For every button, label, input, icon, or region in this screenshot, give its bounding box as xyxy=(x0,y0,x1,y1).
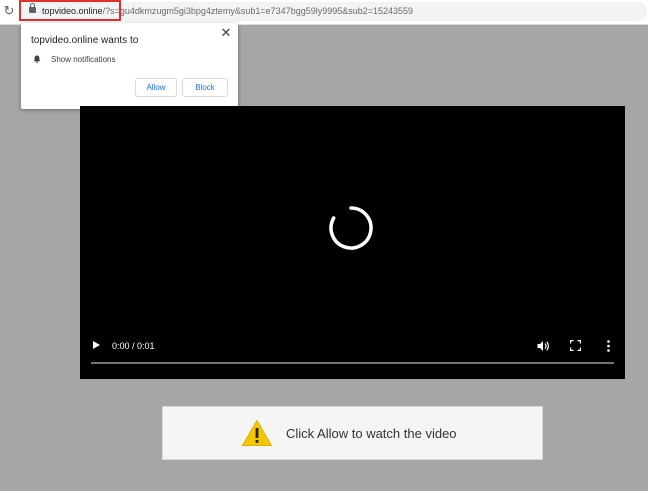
reload-icon[interactable]: ↻ xyxy=(2,3,16,19)
url-highlight-box xyxy=(19,0,121,21)
play-icon[interactable] xyxy=(93,341,100,349)
more-icon[interactable] xyxy=(607,340,610,352)
video-progress-bar[interactable] xyxy=(91,362,614,364)
video-controls: 0:00 / 0:01 xyxy=(80,336,625,379)
bell-icon xyxy=(33,55,41,63)
video-player[interactable]: 0:00 / 0:01 xyxy=(80,106,625,379)
banner-text: Click Allow to watch the video xyxy=(286,426,457,441)
fullscreen-icon[interactable] xyxy=(570,340,581,351)
permission-label: Show notifications xyxy=(51,55,116,64)
block-button[interactable]: Block xyxy=(182,78,228,97)
close-icon[interactable]: ✕ xyxy=(219,25,233,41)
popup-title: topvideo.online wants to xyxy=(31,35,139,46)
url-query: /?s=gu4dkmzugm5gi3bpg4ztemy&sub1=e7347bg… xyxy=(102,6,414,16)
spinner-icon xyxy=(329,206,373,250)
allow-button[interactable]: Allow xyxy=(135,78,177,97)
warning-icon xyxy=(242,420,272,446)
allow-prompt-banner: Click Allow to watch the video xyxy=(162,406,543,460)
video-time: 0:00 / 0:01 xyxy=(112,341,155,351)
browser-address-bar: ↻ topvideo.online/?s=gu4dkmzugm5gi3bpg4z… xyxy=(0,0,648,25)
volume-icon[interactable] xyxy=(537,340,550,352)
notification-permission-popup: topvideo.online wants to ✕ Show notifica… xyxy=(21,23,238,109)
